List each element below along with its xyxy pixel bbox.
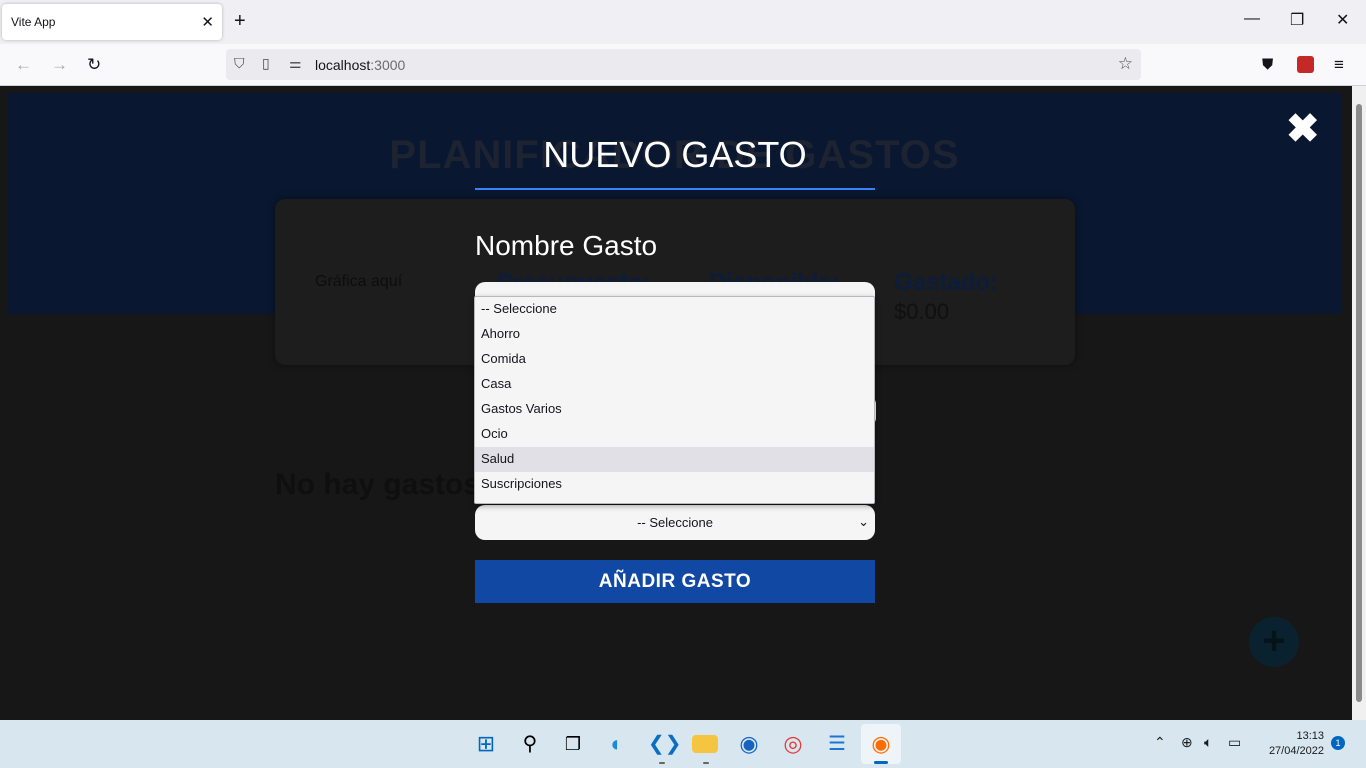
new-tab-button[interactable]: +: [234, 10, 246, 32]
categoria-dropdown[interactable]: -- Seleccione Ahorro Comida Casa Gastos …: [474, 296, 875, 504]
dropdown-option[interactable]: Casa: [475, 372, 874, 397]
browser-tab[interactable]: Vite App ✕: [2, 4, 222, 40]
page-content: PLANIFICADOR DE GASTOS Gráfica aquí Pres…: [0, 86, 1352, 720]
dropdown-option-highlighted[interactable]: Salud: [475, 447, 874, 472]
nombre-gasto-label: Nombre Gasto: [475, 230, 658, 261]
url-text[interactable]: localhost:3000: [315, 57, 405, 73]
gastado-label: Gastado:: [894, 269, 999, 296]
taskbar: ⊞ ⚲ ❐ ◐ ❮❯ ◉ ◎ ☰ ◉ ⌃ ⊕ 🔈︎ ▭ 13:13 27/04/…: [0, 720, 1366, 768]
page-icon[interactable]: ▯: [262, 55, 270, 72]
chevron-up-icon[interactable]: ⌃: [1154, 734, 1166, 751]
url-host: localhost: [315, 57, 371, 73]
clock-time: 13:13: [1296, 730, 1324, 742]
page-scrollbar[interactable]: [1352, 86, 1366, 720]
graph-placeholder: Gráfica aquí: [315, 273, 403, 290]
extension-icon[interactable]: [1297, 56, 1314, 73]
back-arrow-icon[interactable]: ←: [15, 55, 32, 75]
close-window-button[interactable]: ✕: [1336, 10, 1349, 30]
url-bar[interactable]: ⛉ ▯ ⚌ localhost:3000 ☆: [226, 49, 1141, 80]
star-icon[interactable]: ☆: [1118, 54, 1133, 74]
select-value: -- Seleccione: [637, 515, 713, 530]
plus-icon: +: [1262, 619, 1286, 663]
forward-arrow-icon[interactable]: →: [51, 55, 68, 75]
browser-navbar: ← → ↻ ⛉ ▯ ⚌ localhost:3000 ☆ ⛊ ≡: [0, 44, 1366, 86]
tab-title: Vite App: [11, 15, 56, 29]
search-icon[interactable]: ⚲: [517, 732, 543, 756]
running-indicator: [703, 762, 709, 764]
dropdown-option[interactable]: Comida: [475, 347, 874, 372]
add-expense-button[interactable]: AÑADIR GASTO: [475, 560, 875, 603]
dropdown-option[interactable]: Gastos Varios: [475, 397, 874, 422]
task-view-icon[interactable]: ❐: [560, 732, 586, 756]
modal-close-icon[interactable]: ✖: [1286, 109, 1320, 149]
firefox-dev-icon[interactable]: ◉: [736, 732, 762, 756]
shield-icon[interactable]: ⛉: [234, 55, 245, 72]
battery-icon[interactable]: ▭: [1228, 734, 1241, 751]
dropdown-option[interactable]: Ahorro: [475, 322, 874, 347]
empty-message: No hay gastos: [275, 468, 481, 501]
file-explorer-icon[interactable]: [692, 735, 718, 753]
dropdown-option[interactable]: Ocio: [475, 422, 874, 447]
clock-date: 27/04/2022: [1268, 745, 1324, 757]
notepad-icon[interactable]: ☰: [824, 732, 850, 756]
modal-title: NUEVO GASTO: [475, 134, 875, 190]
browser-tab-bar: Vite App ✕ + — ❐ ✕: [0, 0, 1366, 44]
volume-icon[interactable]: 🔈︎: [1204, 734, 1212, 751]
firefox-icon[interactable]: ◉: [868, 732, 894, 756]
chevron-down-icon: ⌄: [858, 514, 869, 529]
reload-icon[interactable]: ↻: [87, 55, 101, 75]
maximize-button[interactable]: ❐: [1290, 10, 1304, 30]
windows-start-icon[interactable]: ⊞: [473, 732, 499, 756]
gastado-value: $0.00: [894, 299, 950, 324]
dropdown-option[interactable]: Suscripciones: [475, 472, 874, 497]
clock[interactable]: 13:13 27/04/2022: [1258, 729, 1324, 759]
vscode-icon[interactable]: ❮❯: [648, 732, 682, 756]
dropdown-option[interactable]: -- Seleccione: [475, 297, 874, 322]
notification-badge[interactable]: 1: [1331, 736, 1345, 750]
categoria-select[interactable]: -- Seleccione ⌄: [475, 505, 875, 540]
menu-icon[interactable]: ≡: [1334, 55, 1344, 75]
pocket-icon[interactable]: ⛊: [1262, 55, 1273, 75]
add-expense-fab[interactable]: +: [1249, 617, 1299, 667]
edge-icon[interactable]: ◐: [604, 732, 630, 756]
globe-icon[interactable]: ⊕: [1181, 734, 1193, 751]
scrollbar-thumb[interactable]: [1356, 104, 1362, 702]
active-indicator: [874, 761, 888, 764]
url-port: :3000: [370, 57, 406, 73]
minimize-button[interactable]: —: [1244, 10, 1260, 28]
running-indicator: [659, 762, 665, 764]
chrome-icon[interactable]: ◎: [780, 732, 806, 756]
tab-close-icon[interactable]: ✕: [201, 13, 214, 31]
permissions-icon[interactable]: ⚌: [289, 55, 302, 72]
